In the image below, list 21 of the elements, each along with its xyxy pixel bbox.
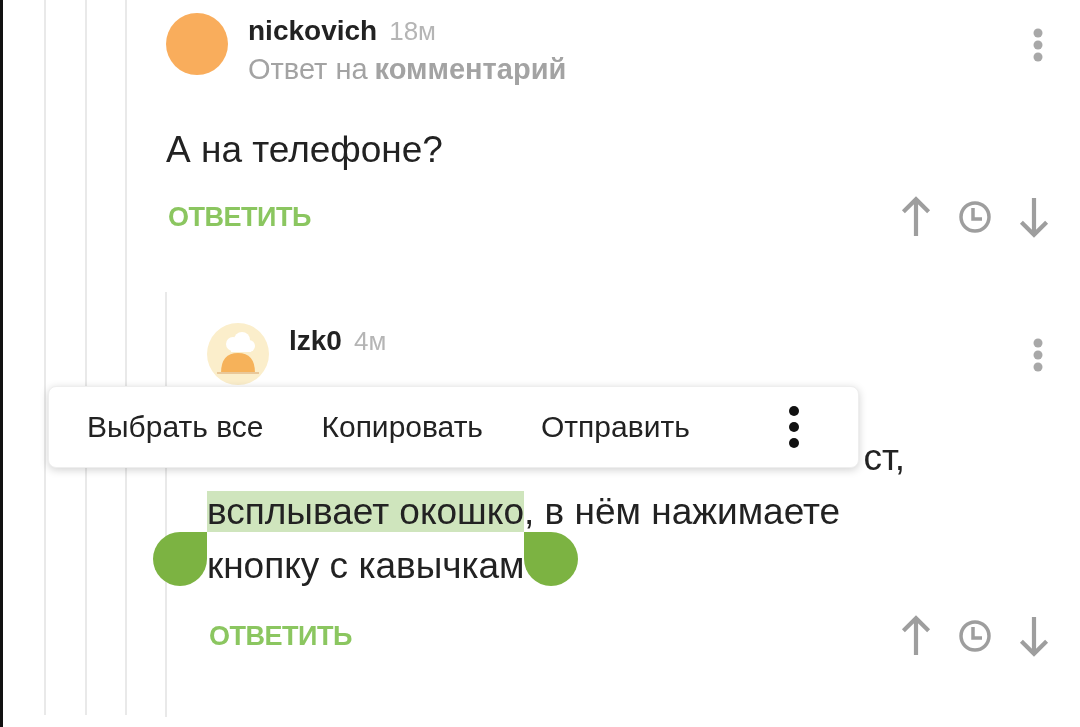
downvote-arrow-icon[interactable] (1018, 615, 1050, 657)
menu-item[interactable]: Копировать (321, 410, 483, 444)
menu-item[interactable]: Выбрать все (87, 410, 264, 444)
author-name[interactable]: lzk0 (289, 325, 342, 357)
author-name[interactable]: nickovich (248, 15, 378, 47)
comment-time: 4м (353, 326, 387, 357)
clock-icon[interactable] (958, 619, 992, 653)
selection-handle[interactable] (153, 532, 207, 586)
comment-text: ст, (863, 437, 905, 478)
downvote-arrow-icon[interactable] (1018, 196, 1050, 238)
comment-text: А на телефоне? (166, 129, 443, 170)
reply-to-label: Ответ на (248, 53, 368, 85)
clock-icon[interactable] (958, 200, 992, 234)
menu-item[interactable]: Отправить (541, 410, 690, 444)
comment-time: 18м (389, 16, 436, 47)
more-icon[interactable] (787, 405, 800, 449)
selection-handle[interactable] (524, 532, 578, 586)
upvote-arrow-icon[interactable] (900, 615, 932, 657)
comment-text: , в нём нажимаете (524, 491, 841, 532)
comment-text: кнопку с кавычкам (207, 545, 525, 586)
upvote-arrow-icon[interactable] (900, 196, 932, 238)
